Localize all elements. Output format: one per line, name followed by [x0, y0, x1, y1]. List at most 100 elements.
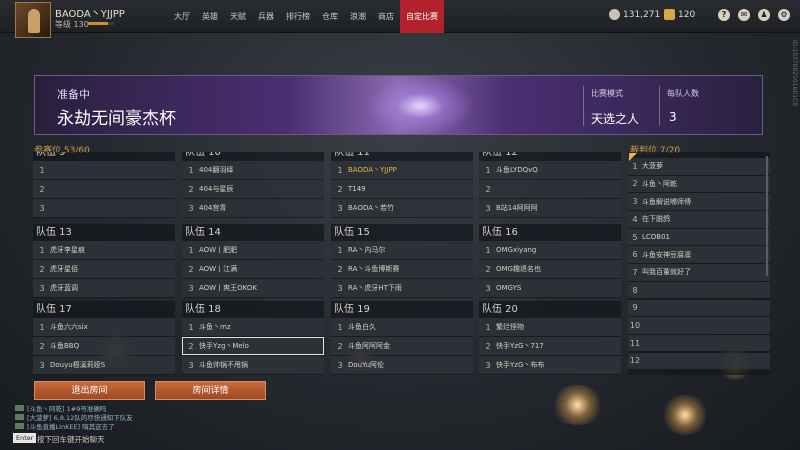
host-flag-icon	[629, 153, 637, 161]
team-slot[interactable]: 3 OMGYS	[479, 279, 621, 297]
player-name: 斗鱼BBQ	[50, 342, 80, 350]
judge-slot[interactable]: 12	[628, 352, 770, 370]
team-slot[interactable]: 3 404宫青	[182, 199, 324, 217]
player-name: 斗鱼六六six	[50, 323, 88, 331]
tab-6[interactable]: 浪潮	[344, 0, 372, 33]
slot-number: 2	[337, 184, 343, 194]
slot-number: 10	[629, 320, 641, 330]
player-name: 斗鱼帅锅不甩锅	[199, 361, 248, 369]
judge-slot[interactable]: 9	[628, 299, 770, 316]
team-slot[interactable]: 2 T149	[331, 180, 473, 198]
mode-value: 天选之人	[591, 112, 640, 126]
team-slot[interactable]: 3 AOW丨爽王OKOK	[182, 279, 324, 297]
team-slot[interactable]: 2 斗鱼BBQ	[33, 337, 175, 355]
team-slot[interactable]: 2 RA丶斗鱼博斯赛	[331, 260, 473, 278]
gem-amount: 120	[678, 9, 696, 20]
tab-0[interactable]: 大厅	[168, 0, 196, 33]
team-name: 队伍 15	[334, 227, 370, 238]
team-slot[interactable]: 3 B站14阿阿阿	[479, 199, 621, 217]
team-slot[interactable]: 3 虎牙蓝调	[33, 279, 175, 297]
tab-7[interactable]: 商店	[372, 0, 400, 33]
tab-3[interactable]: 兵器	[252, 0, 280, 33]
team-slot[interactable]: 1 繁烂怪物	[479, 318, 621, 336]
judge-slot[interactable]: 5 LCOB01	[628, 228, 770, 246]
team-slot[interactable]: 1 斗鱼丶mz	[182, 318, 324, 336]
slot-number: 1	[485, 165, 491, 175]
judge-slot[interactable]: 6 斗鱼安神豆腐凛	[628, 246, 770, 263]
judge-slot[interactable]: 1 大菠萝	[628, 158, 770, 175]
slot-number: 1	[188, 165, 194, 175]
judge-slot[interactable]: 3 斗鱼解说嘟师傅	[628, 193, 770, 210]
team-slot[interactable]: 2	[479, 180, 621, 198]
lantern-glow	[660, 395, 710, 435]
team-slot[interactable]: 1 虎牙李星痕	[33, 241, 175, 259]
gem-icon	[664, 9, 675, 20]
team-slot[interactable]: 3 Douyu梧溪莉娅S	[33, 356, 175, 374]
judge-slot[interactable]: 2 斗鱼丶阿乾	[628, 175, 770, 193]
gold-amount: 131,271	[623, 9, 661, 20]
team-slot[interactable]: 1 BAODA丶YJJPP	[331, 161, 473, 179]
team-slot[interactable]: 2 斗鱼阿阿阿金	[331, 337, 473, 355]
judge-slot[interactable]: 10	[628, 317, 770, 334]
player-name: B站14阿阿阿	[496, 204, 538, 212]
team-slot[interactable]: 2 AOW丨江满	[182, 260, 324, 278]
team-slot[interactable]: 3 DouYu阿伦	[331, 356, 473, 374]
judge-slot[interactable]: 7 叫我百董就好了	[628, 264, 770, 281]
room-details-button[interactable]: 房间详情	[155, 381, 266, 400]
team-slot[interactable]: 1 RA丶内马尔	[331, 241, 473, 259]
friends-icon[interactable]: ♟	[758, 9, 770, 21]
slot-number: 2	[337, 341, 343, 351]
slot-number: 2	[337, 264, 343, 274]
team-slot[interactable]: 1 OMGxiyang	[479, 241, 621, 259]
tab-8[interactable]: 自定比赛	[400, 0, 444, 33]
team-name: 队伍 14	[185, 227, 221, 238]
team-slot[interactable]: 3 快手YzG丶布布	[479, 356, 621, 374]
team-slot[interactable]: 3 RA丶虎牙HT下雨	[331, 279, 473, 297]
chat-line: [斗鱼直播LinKEE] 嗨其这去了	[15, 421, 115, 431]
team-slot[interactable]: 1 斗鱼LYDQvQ	[479, 161, 621, 179]
settings-icon[interactable]: ⚙	[778, 9, 790, 21]
team-slot[interactable]: 3	[33, 199, 175, 217]
slot-number: 4	[632, 214, 638, 224]
avatar[interactable]	[15, 2, 51, 38]
team-slot[interactable]: 3 BAODA丶若竹	[331, 199, 473, 217]
player-name: RA丶虎牙HT下雨	[348, 284, 402, 292]
player-name: DouYu阿伦	[348, 361, 385, 369]
team-card: 队伍 13 1 虎牙李星痕 2 虎牙星佰 3 虎牙蓝调	[33, 224, 175, 298]
help-icon[interactable]: ?	[718, 9, 730, 21]
team-slot[interactable]: 2 404与星辰	[182, 180, 324, 198]
team-slot[interactable]: 2 虎牙星佰	[33, 260, 175, 278]
slot-number: 2	[188, 264, 194, 274]
top-icons: ? ✉ ♟ ⚙	[718, 9, 790, 21]
slot-number: 3	[632, 197, 638, 207]
player-name: T149	[348, 185, 366, 193]
judge-scrollbar[interactable]	[766, 156, 768, 276]
team-slot[interactable]: 1 404翻羽绎	[182, 161, 324, 179]
judge-slot[interactable]: 11	[628, 334, 770, 352]
slot-number: 3	[188, 360, 194, 370]
tab-5[interactable]: 仓库	[316, 0, 344, 33]
slot-number: 1	[337, 322, 343, 332]
player-name: 虎牙李星痕	[50, 246, 85, 254]
team-slot[interactable]: 2	[33, 180, 175, 198]
team-slot[interactable]: 2 快手Yzg丶Melo	[182, 337, 324, 355]
tab-4[interactable]: 排行榜	[280, 0, 316, 33]
tab-1[interactable]: 英雄	[196, 0, 224, 33]
judge-slot[interactable]: 8	[628, 281, 770, 299]
leave-room-button[interactable]: 退出房间	[34, 381, 145, 400]
player-id: ID:1037002101601C9	[791, 40, 798, 107]
user-level: 等级 130	[55, 20, 89, 29]
team-slot[interactable]: 1 斗鱼六六six	[33, 318, 175, 336]
team-slot[interactable]: 2 OMG趣退名也	[479, 260, 621, 278]
mail-icon[interactable]: ✉	[738, 9, 750, 21]
tab-2[interactable]: 天赋	[224, 0, 252, 33]
team-slot[interactable]: 1	[33, 161, 175, 179]
judge-slot[interactable]: 4 在下脱鸽	[628, 211, 770, 228]
slot-number: 1	[39, 165, 45, 175]
chat-hint[interactable]: 按下回车键开始聊天	[37, 434, 105, 445]
team-slot[interactable]: 1 斗鱼白久	[331, 318, 473, 336]
team-slot[interactable]: 2 快手YzG丶717	[479, 337, 621, 355]
team-slot[interactable]: 3 斗鱼帅锅不甩锅	[182, 356, 324, 374]
player-name: 虎牙星佰	[50, 265, 78, 273]
team-slot[interactable]: 1 AOW丨肥肥	[182, 241, 324, 259]
